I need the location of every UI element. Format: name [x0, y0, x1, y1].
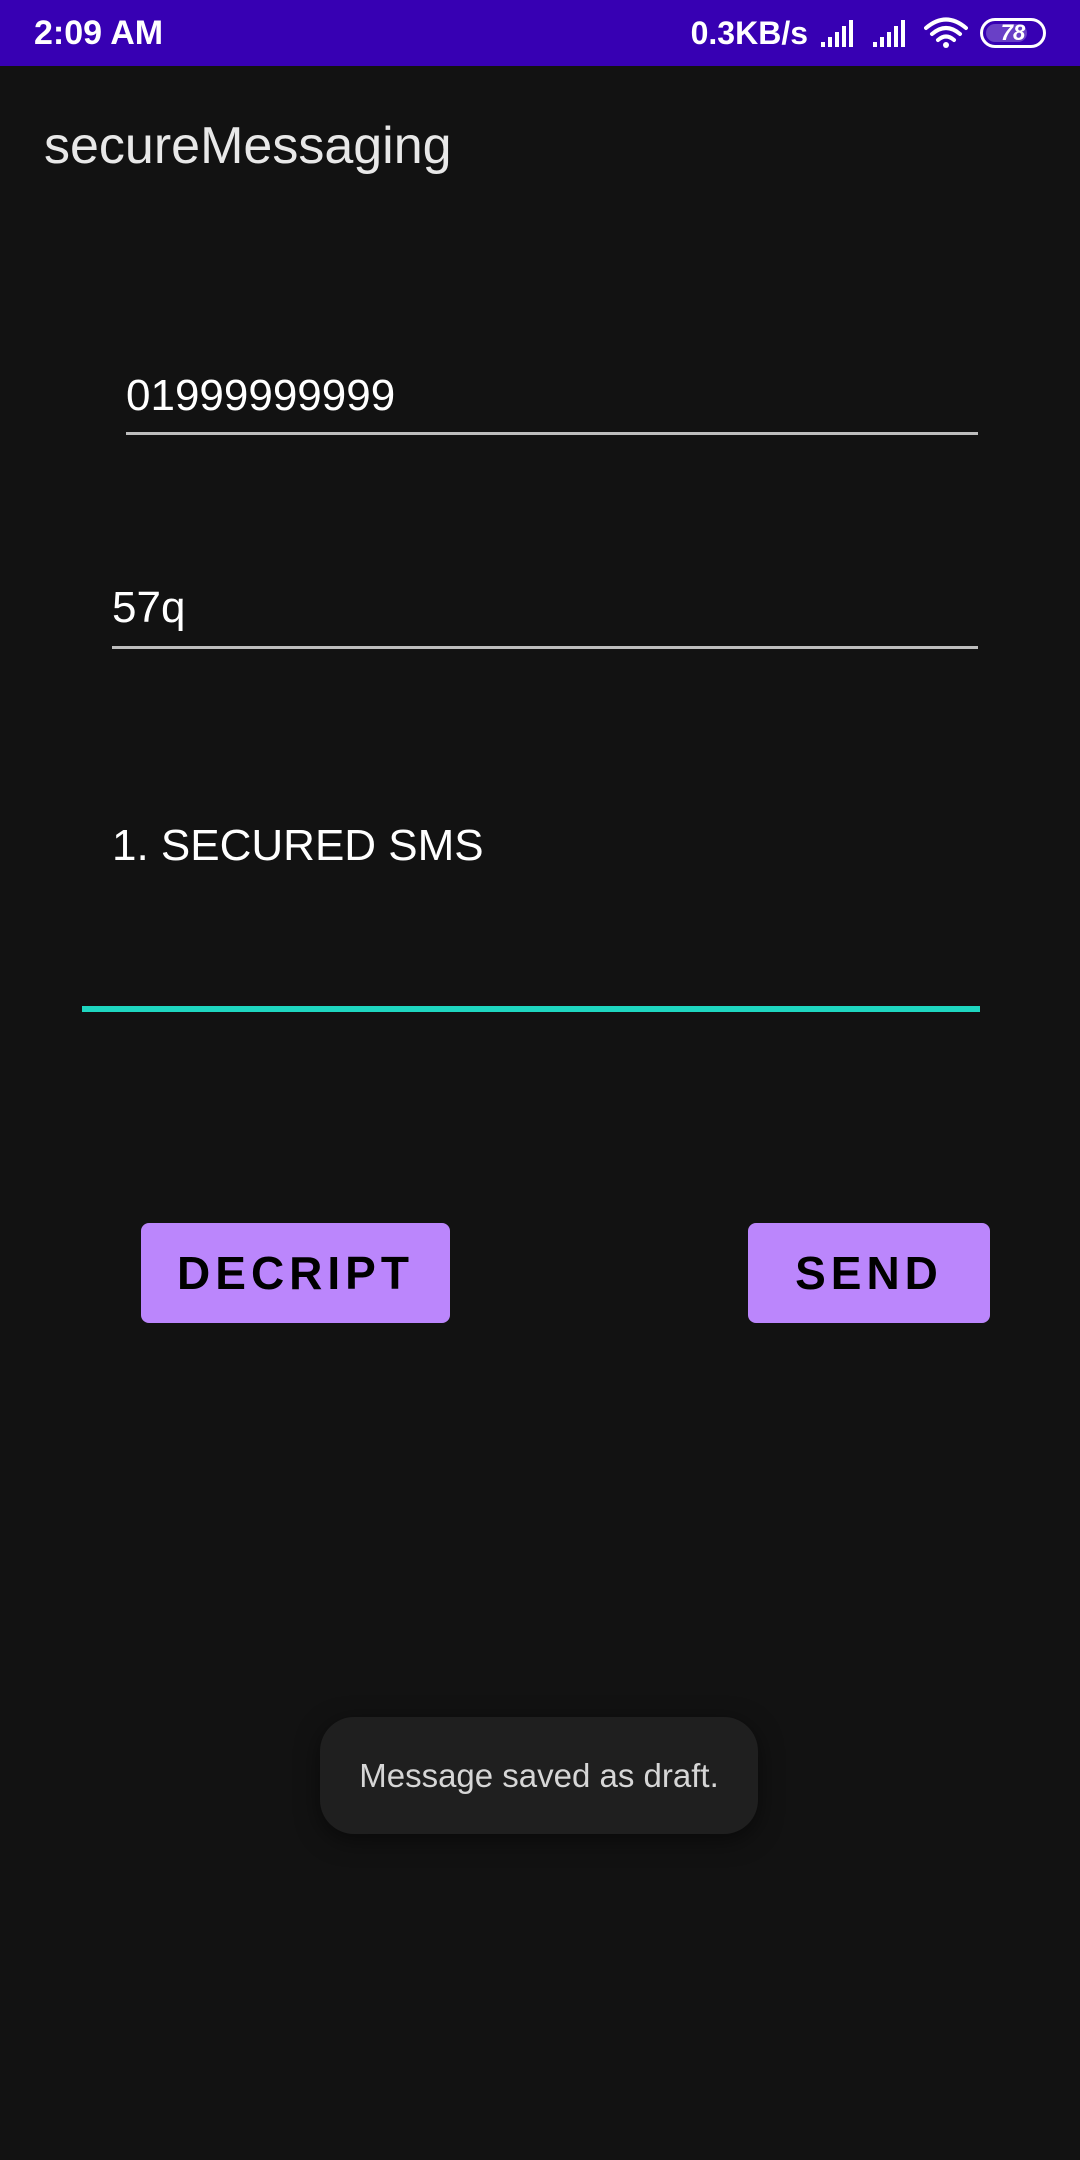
wifi-icon	[924, 17, 968, 49]
app-screen: 2:09 AM 0.3KB/s 78 secureMessaging 01999…	[0, 0, 1080, 2160]
key-value[interactable]: 57q	[112, 582, 185, 634]
phone-number-value[interactable]: 01999999999	[126, 370, 395, 422]
decript-button[interactable]: DECRIPT	[141, 1223, 450, 1323]
battery-level: 78	[1000, 20, 1026, 45]
app-title: secureMessaging	[44, 117, 452, 175]
phone-number-underline	[126, 432, 978, 435]
status-bar: 2:09 AM 0.3KB/s 78	[0, 0, 1080, 66]
toast-message: Message saved as draft.	[320, 1717, 758, 1834]
signal-icon	[872, 18, 912, 48]
signal-icon	[820, 18, 860, 48]
key-field[interactable]: 57q	[112, 582, 978, 650]
status-icons: 0.3KB/s 78	[691, 12, 1046, 54]
battery-icon: 78	[980, 18, 1046, 48]
message-focus-underline	[82, 1006, 980, 1012]
message-value[interactable]: 1. SECURED SMS	[112, 820, 484, 872]
phone-number-field[interactable]: 01999999999	[126, 370, 978, 436]
key-underline	[112, 646, 978, 649]
network-speed: 0.3KB/s	[690, 15, 808, 51]
message-field[interactable]: 1. SECURED SMS	[82, 814, 980, 1014]
send-button[interactable]: SEND	[748, 1223, 990, 1323]
status-time: 2:09 AM	[34, 14, 164, 52]
